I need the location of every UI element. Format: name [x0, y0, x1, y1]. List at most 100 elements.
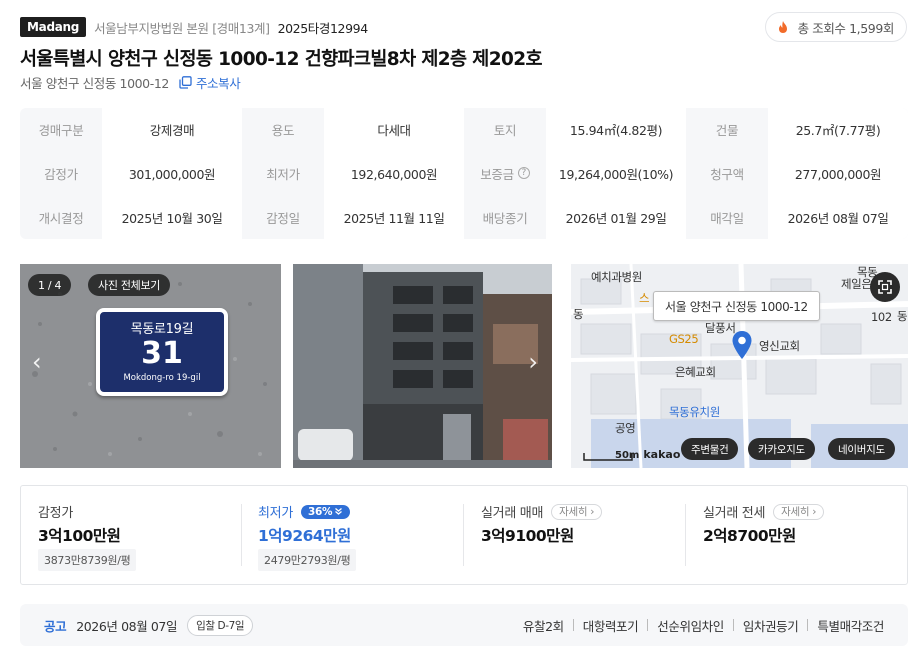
map-provider: kakao [643, 448, 681, 461]
map-label: 은혜교회 [675, 365, 716, 379]
divider [572, 619, 574, 631]
address-text: 서울 양천구 신정동 1000-12 [20, 76, 169, 91]
help-icon[interactable]: ? [517, 167, 530, 179]
info-key: 경매구분 [38, 123, 84, 138]
price-label-row: 실거래 전세 자세히 › [703, 502, 825, 521]
info-key: 용도 [271, 123, 295, 138]
notice-label[interactable]: 공고 [44, 616, 67, 635]
divider [463, 504, 464, 566]
flame-icon [778, 21, 787, 33]
street-sign: 목동로19길 31 Mokdong-ro 19-gil [96, 308, 228, 396]
map-label: 동 [573, 307, 584, 321]
info-value: 277,000,000원 [768, 151, 908, 195]
location-map[interactable]: 서울 양천구 신정동 1000-12 예치과병원 스 동 달풍서 GS25 영신… [571, 264, 908, 468]
court-name: 서울남부지방법원 본원 [경매13계] [94, 20, 270, 36]
view-all-photos-button[interactable]: 사진 전체보기 [88, 274, 171, 296]
copy-address-button[interactable]: 주소복사 [179, 73, 241, 92]
view-count: 총 조회수 1,599회 [764, 12, 907, 42]
condition-tag: 임차권등기 [742, 618, 799, 634]
auction-info-table: 경매구분 강제경매 용도 다세대 토지 15.94㎡(4.82평) 건물 25.… [20, 108, 908, 239]
location-pin-icon [732, 331, 752, 359]
price-label: 최저가 [258, 506, 293, 521]
map-label: 102 [871, 310, 892, 324]
info-key: 매각일 [710, 210, 744, 226]
scale-text: 50m [615, 450, 640, 461]
map-label: 제일은 [841, 277, 872, 291]
sign-number: 31 [141, 336, 183, 371]
info-key: 감정가 [44, 166, 78, 182]
condition-tag: 특별매각조건 [817, 618, 884, 634]
map-label: 예치과병원 [591, 270, 642, 284]
nearby-items-button[interactable]: 주변물건 [681, 438, 739, 460]
condition-tag: 유찰2회 [522, 618, 564, 634]
info-key: 청구액 [710, 166, 744, 182]
price-per-pyeong: 3873만8739원/평 [38, 549, 137, 571]
info-value: 강제경매 [102, 108, 242, 151]
prev-arrow-icon[interactable]: ‹ [32, 348, 42, 376]
price-per-pyeong: 2479만2793원/평 [258, 549, 357, 571]
view-count-text: 총 조회수 1,599회 [797, 20, 895, 36]
price-value: 3억9100만원 [481, 527, 574, 545]
notice-date: 2026년 08월 07일 [76, 618, 178, 634]
map-label: 목동유치원 [669, 405, 720, 419]
price-minimum: 최저가 36% 1억9264만원 2479만2793원/평 [241, 486, 463, 584]
chevron-down-icon [335, 508, 343, 515]
info-key: 개시결정 [38, 210, 84, 226]
price-label-row: 실거래 매매 자세히 › [481, 502, 603, 521]
info-value: 다세대 [324, 108, 464, 151]
map-scale: 50m kakao [583, 448, 680, 461]
info-key-text: 보증금 [480, 166, 514, 182]
condition-tag: 선순위임차인 [657, 618, 724, 634]
divider [685, 504, 686, 566]
discount-percent: 36% [307, 505, 333, 518]
naver-map-button[interactable]: 네이버지도 [828, 438, 895, 460]
info-value: 2025년 10월 30일 [102, 195, 242, 239]
info-value: 15.94㎡(4.82평) [546, 108, 686, 151]
case-number: 2025타경12994 [277, 20, 369, 36]
info-value: 2025년 11월 11일 [324, 195, 464, 239]
deposit-key: 보증금 ? [464, 151, 546, 195]
fullscreen-button[interactable] [870, 272, 900, 302]
price-summary: 감정가 3억100만원 3873만8739원/평 최저가 36% 1억9264만… [20, 485, 908, 585]
price-value: 2억8700만원 [703, 527, 796, 545]
divider [807, 619, 809, 631]
divider [732, 619, 734, 631]
info-value: 2026년 08월 07일 [768, 195, 908, 239]
brand-badge[interactable]: Madang [20, 17, 87, 37]
photo-building[interactable]: › [293, 264, 552, 468]
price-label: 실거래 매매 [481, 506, 544, 521]
price-label-row: 최저가 36% [258, 502, 351, 521]
map-label: 동 [897, 309, 908, 323]
info-value: 2026년 01월 29일 [546, 195, 686, 239]
notice-bar: 공고 2026년 08월 07일 입찰 D-7일 유찰2회 대항력포기 선순위임… [20, 604, 908, 646]
price-actual-lease: 실거래 전세 자세히 › 2억8700만원 [685, 486, 907, 584]
info-value: 192,640,000원 [324, 151, 464, 195]
price-label: 실거래 전세 [703, 506, 766, 521]
detail-label: 자세히 [559, 506, 588, 518]
condition-tags: 유찰2회 대항력포기 선순위임차인 임차권등기 특별매각조건 [522, 616, 885, 635]
lease-detail-button[interactable]: 자세히 › [773, 503, 825, 520]
price-value: 3억100만원 [38, 527, 121, 545]
info-value: 301,000,000원 [102, 151, 242, 195]
divider [647, 619, 649, 631]
info-key: 토지 [493, 123, 517, 138]
address-row: 서울 양천구 신정동 1000-12 주소복사 [20, 73, 241, 92]
header: Madang 서울남부지방법원 본원 [경매13계] 2025타경12994 총… [20, 12, 907, 42]
divider [241, 504, 242, 566]
photo-street-sign[interactable]: 1 / 4 사진 전체보기 목동로19길 31 Mokdong-ro 19-gi… [20, 264, 281, 468]
sign-street-name: 목동로19길 [130, 322, 194, 337]
price-value: 1억9264만원 [258, 527, 351, 545]
copy-address-label: 주소복사 [195, 76, 241, 91]
info-key: 최저가 [266, 166, 300, 182]
info-value: 25.7㎡(7.77평) [768, 108, 908, 151]
copy-icon [179, 76, 192, 89]
condition-tag: 대항력포기 [582, 618, 639, 634]
discount-badge: 36% [300, 504, 351, 519]
info-key: 감정일 [266, 210, 300, 226]
sale-detail-button[interactable]: 자세히 › [551, 503, 603, 520]
kakao-map-button[interactable]: 카카오지도 [748, 438, 815, 460]
info-key: 건물 [715, 123, 739, 138]
building-image [293, 264, 552, 468]
next-arrow-icon[interactable]: › [528, 348, 538, 376]
price-actual-sale: 실거래 매매 자세히 › 3억9100만원 [463, 486, 685, 584]
